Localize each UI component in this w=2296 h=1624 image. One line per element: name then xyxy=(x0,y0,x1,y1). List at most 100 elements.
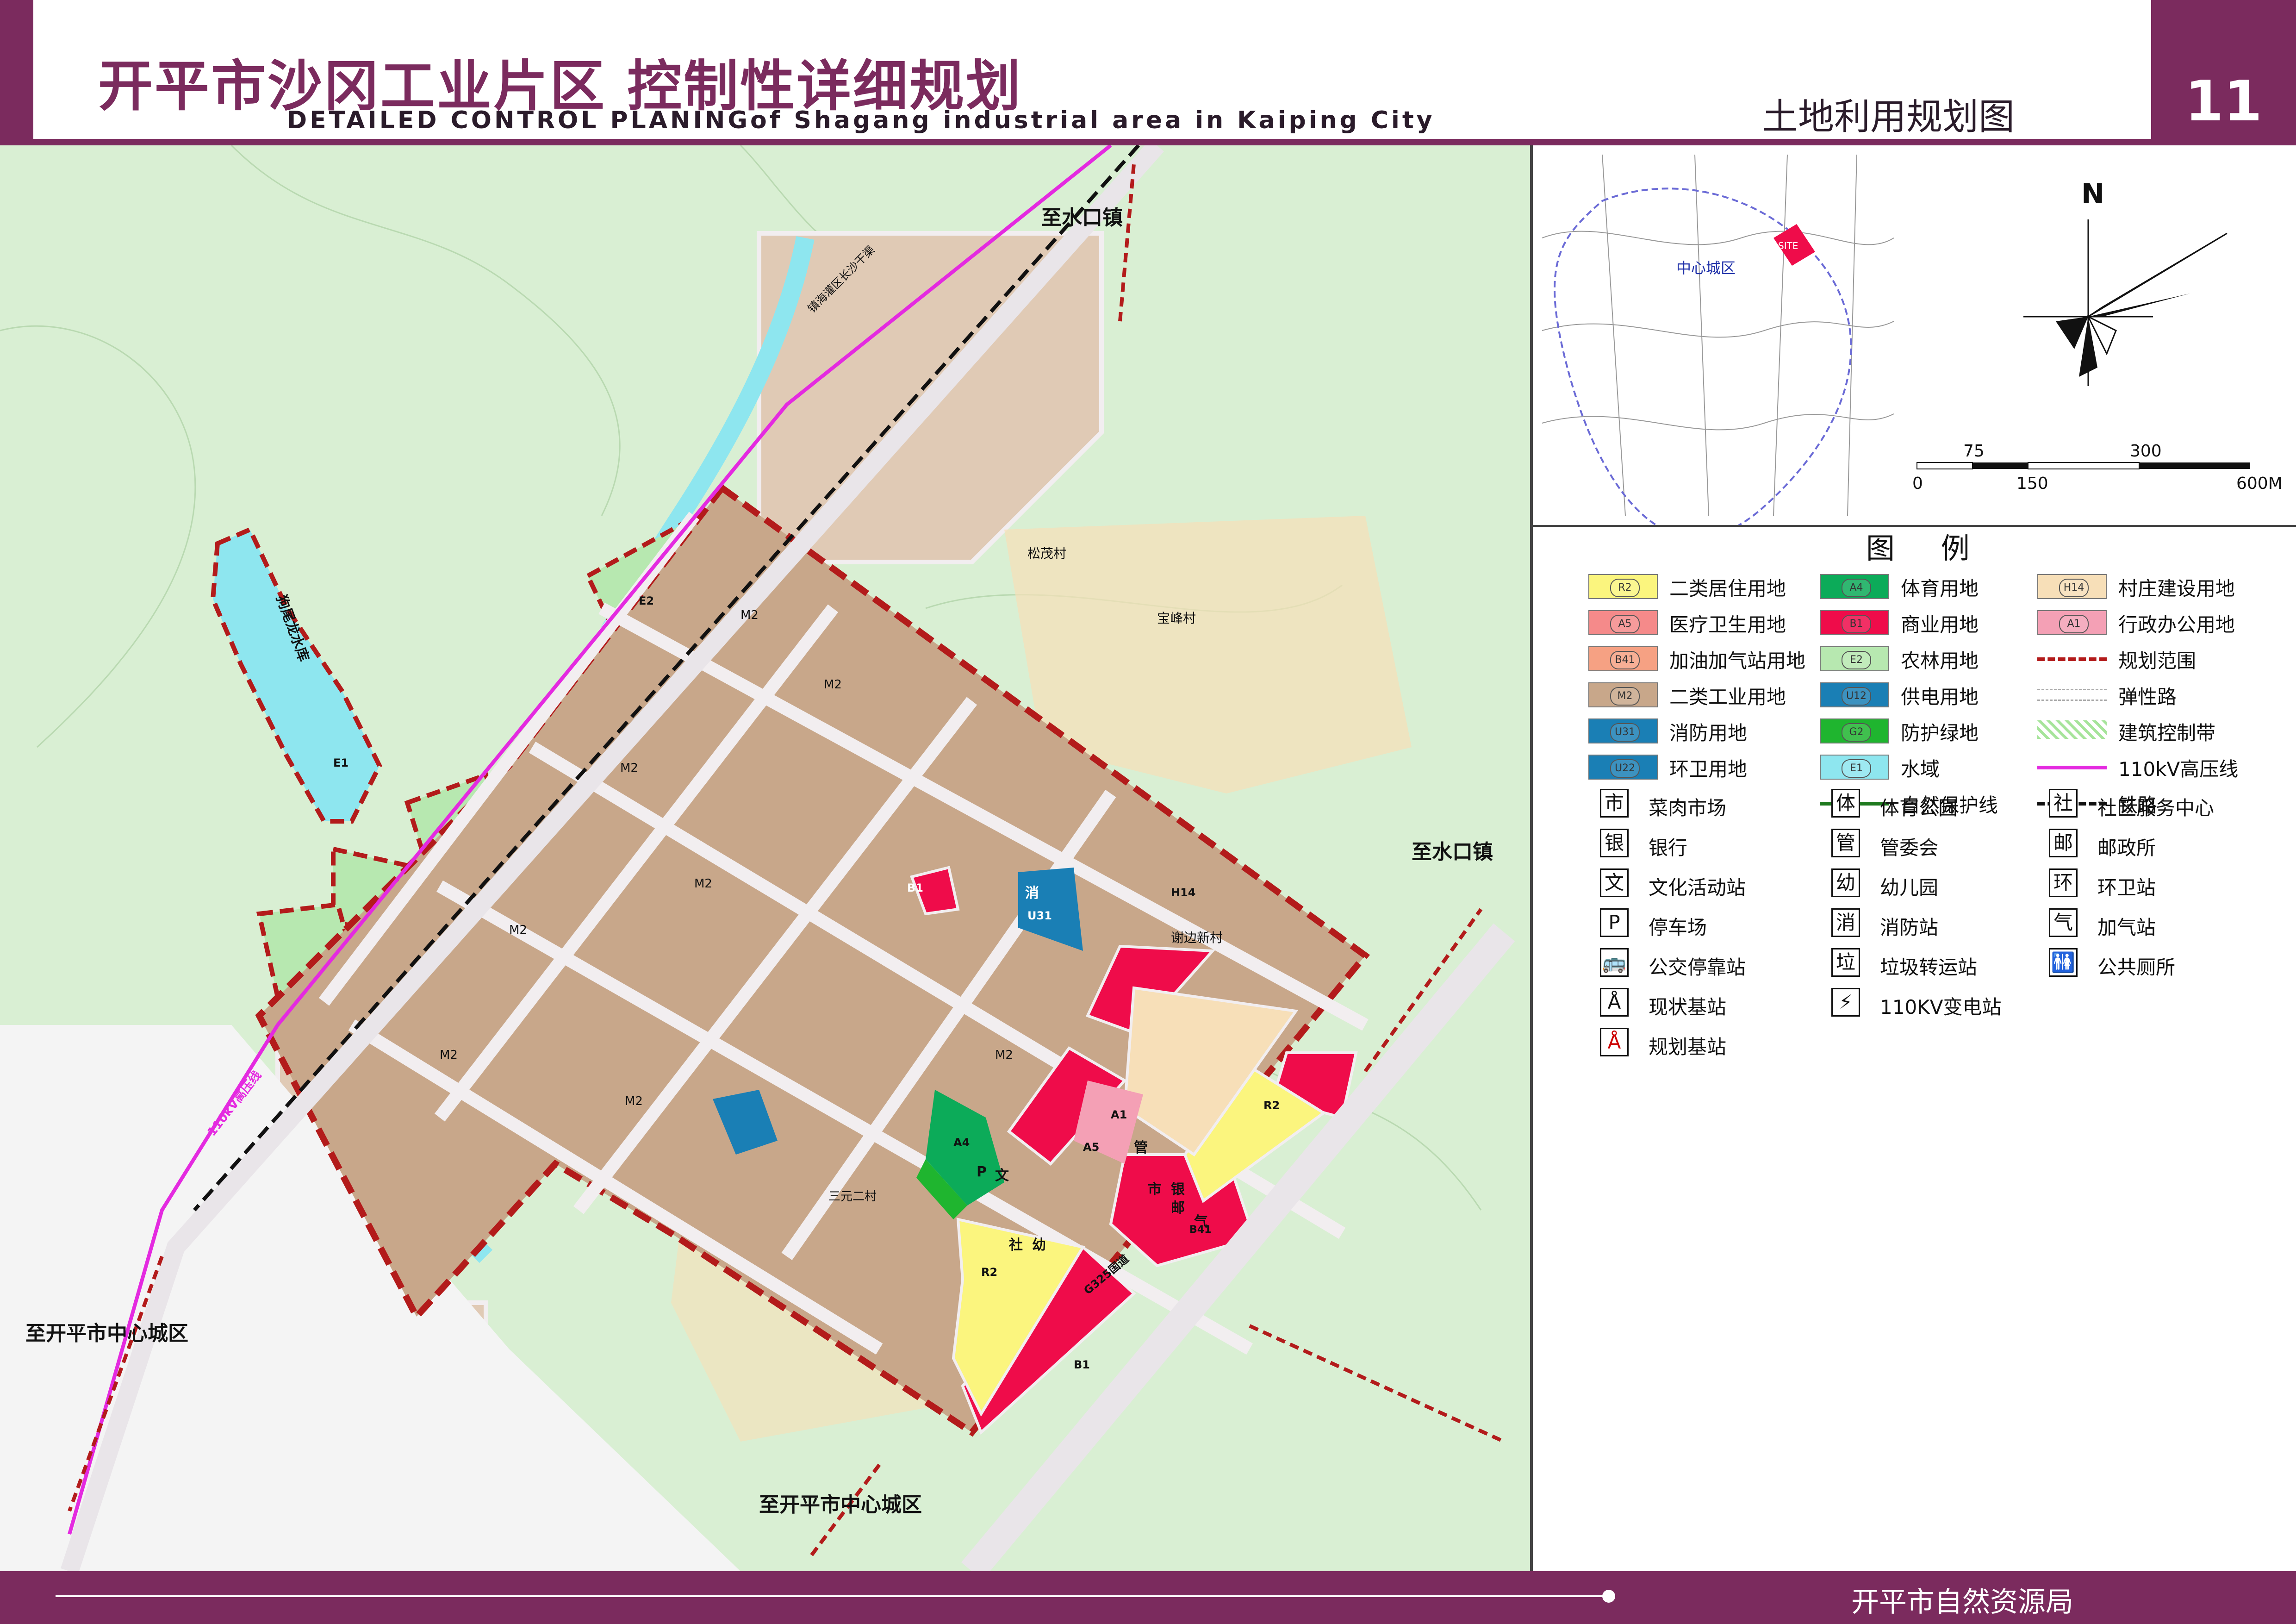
legend-label: 村庄建设用地 xyxy=(2118,577,2235,600)
legend-symbol-icon: 🚻 xyxy=(2049,948,2078,977)
footer-dot xyxy=(1602,1590,1615,1603)
plan-title-en: DETAILED CONTROL PLANINGof Shagang indus… xyxy=(287,106,1435,134)
label-to-shuikou-right: 至水口镇 xyxy=(1412,840,1493,864)
legend-swatch: B41 xyxy=(1588,646,1658,671)
page-number-box: 11 xyxy=(2151,0,2296,139)
legend-code: A4 xyxy=(1842,579,1871,597)
parcel-m2-6[interactable]: M2 xyxy=(440,1048,458,1062)
inset-site-label: SITE xyxy=(1778,240,1798,251)
parcel-u31[interactable]: U31 xyxy=(1027,909,1052,922)
inset-center-label: 中心城区 xyxy=(1676,259,1736,277)
label-to-center-bottom: 至开平市中心城区 xyxy=(759,1493,922,1517)
legend-label: 加气站 xyxy=(2097,916,2156,939)
legend-symbol-icon: 幼 xyxy=(1831,868,1860,897)
legend-swatch: A4 xyxy=(1820,574,1889,599)
legend-label: 现状基站 xyxy=(1649,996,1727,1018)
legend-label: 体育公园 xyxy=(1880,797,1958,819)
culture-label: 文 xyxy=(995,1168,1009,1184)
legend-label: 防护绿地 xyxy=(1901,722,1979,744)
legend-label: 邮政所 xyxy=(2097,837,2156,859)
legend-label: 消防站 xyxy=(1880,916,1939,939)
legend-label: 规划基站 xyxy=(1649,1036,1727,1058)
legend-label: 水域 xyxy=(1901,758,1940,781)
legend-label: 二类工业用地 xyxy=(1669,686,1786,708)
post-label: 邮 xyxy=(1171,1200,1185,1216)
management-label: 管 xyxy=(1134,1140,1148,1156)
parcel-m2-3[interactable]: M2 xyxy=(620,761,638,775)
legend-code: A5 xyxy=(1610,615,1640,633)
header-left-bar xyxy=(0,0,33,139)
parcel-m2-8[interactable]: M2 xyxy=(995,1048,1013,1062)
legend-label: 110KV变电站 xyxy=(1880,996,2002,1018)
parcel-a1[interactable]: A1 xyxy=(1111,1108,1127,1121)
scale-tick-600: 600M xyxy=(2236,474,2283,493)
legend-label: 规划范围 xyxy=(2118,650,2196,672)
footer-agency: 开平市自然资源局 xyxy=(1851,1586,2073,1618)
legend-title: 图 例 xyxy=(1866,531,1988,565)
legend-label: 农林用地 xyxy=(1901,650,1979,672)
legend-code: E1 xyxy=(1842,759,1871,778)
legend-label: 商业用地 xyxy=(1901,613,1979,636)
compass-rose: N 0 75 150 300 600M xyxy=(1903,145,2296,525)
scale-tick-300: 300 xyxy=(2130,442,2162,461)
parking-label: P xyxy=(977,1164,987,1180)
parcel-e1[interactable]: E1 xyxy=(333,756,348,769)
gas-label: 气 xyxy=(1194,1214,1208,1230)
kindergarten-label: 幼 xyxy=(1032,1237,1046,1253)
legend-swatch: H14 xyxy=(2037,574,2107,599)
legend-label: 体育用地 xyxy=(1901,577,1979,600)
parcel-r2-1[interactable]: R2 xyxy=(1263,1099,1280,1112)
legend-code: G2 xyxy=(1842,723,1871,742)
legend-code: M2 xyxy=(1610,687,1640,706)
legend-label: 管委会 xyxy=(1880,837,1939,859)
label-village-sanyuan: 三元二村 xyxy=(828,1190,877,1204)
legend-line-sample xyxy=(2037,766,2107,769)
legend-line-sample xyxy=(2037,720,2107,739)
parcel-b1-2[interactable]: B1 xyxy=(1074,1358,1090,1371)
label-village-xiebian: 谢边新村 xyxy=(1171,930,1223,945)
parcel-h14[interactable]: H14 xyxy=(1171,886,1195,899)
legend-label: 银行 xyxy=(1649,837,1688,859)
page-number: 11 xyxy=(2185,69,2262,134)
parcel-a4[interactable]: A4 xyxy=(953,1136,970,1149)
legend-swatch: U31 xyxy=(1588,718,1658,743)
legend-label: 公共厕所 xyxy=(2097,956,2176,979)
legend-label: 社区服务中心 xyxy=(2097,797,2215,819)
market-label: 市 xyxy=(1148,1181,1162,1198)
location-inset-map[interactable]: 中心城区 SITE xyxy=(1533,145,1903,539)
legend-symbol-icon: 社 xyxy=(2049,789,2078,818)
legend-symbol-icon: P xyxy=(1600,908,1629,937)
north-label: N xyxy=(2081,178,2105,210)
legend-label: 环卫站 xyxy=(2097,876,2156,899)
parcel-r2-2[interactable]: R2 xyxy=(981,1266,997,1279)
legend-label: 幼儿园 xyxy=(1880,876,1939,899)
parcel-m2-5[interactable]: M2 xyxy=(509,923,527,937)
bank-label: 银 xyxy=(1171,1181,1185,1198)
label-village-songmao: 松茂村 xyxy=(1027,546,1067,561)
parcel-e2[interactable]: E2 xyxy=(639,594,654,607)
scale-tick-75: 75 xyxy=(1963,442,1985,461)
header-rule xyxy=(0,139,2296,145)
legend-symbol-icon: 文 xyxy=(1600,868,1629,897)
legend-swatch: E1 xyxy=(1820,755,1889,780)
legend-symbol-icon: 🚌 xyxy=(1600,948,1629,977)
parcel-m2-2[interactable]: M2 xyxy=(824,678,842,692)
legend-swatch: G2 xyxy=(1820,718,1889,743)
legend-code: U31 xyxy=(1610,723,1640,742)
inset-canvas xyxy=(1542,154,1894,539)
footer: 开平市自然资源局 xyxy=(0,1571,2296,1624)
legend-swatch: E2 xyxy=(1820,646,1889,671)
parcel-m2-4[interactable]: M2 xyxy=(694,877,712,891)
legend-label: 医疗卫生用地 xyxy=(1669,613,1786,636)
community-label: 社 xyxy=(1009,1237,1023,1253)
legend-label: 加油加气站用地 xyxy=(1669,650,1806,672)
parcel-a5[interactable]: A5 xyxy=(1083,1141,1099,1154)
label-to-center-left: 至开平市中心城区 xyxy=(25,1322,188,1345)
land-use-map[interactable]: 至水口镇 至水口镇 至开平市中心城区 至开平市中心城区 狗尾龙水库 镇海灌区长沙… xyxy=(0,145,1530,1571)
legend-label: 消防用地 xyxy=(1669,722,1748,744)
parcel-b1-1[interactable]: B1 xyxy=(907,881,923,894)
parcel-m2-7[interactable]: M2 xyxy=(625,1094,643,1108)
legend-code: B41 xyxy=(1610,651,1640,669)
parcel-m2-1[interactable]: M2 xyxy=(740,608,759,622)
legend-symbol-icon: 垃 xyxy=(1831,948,1860,977)
